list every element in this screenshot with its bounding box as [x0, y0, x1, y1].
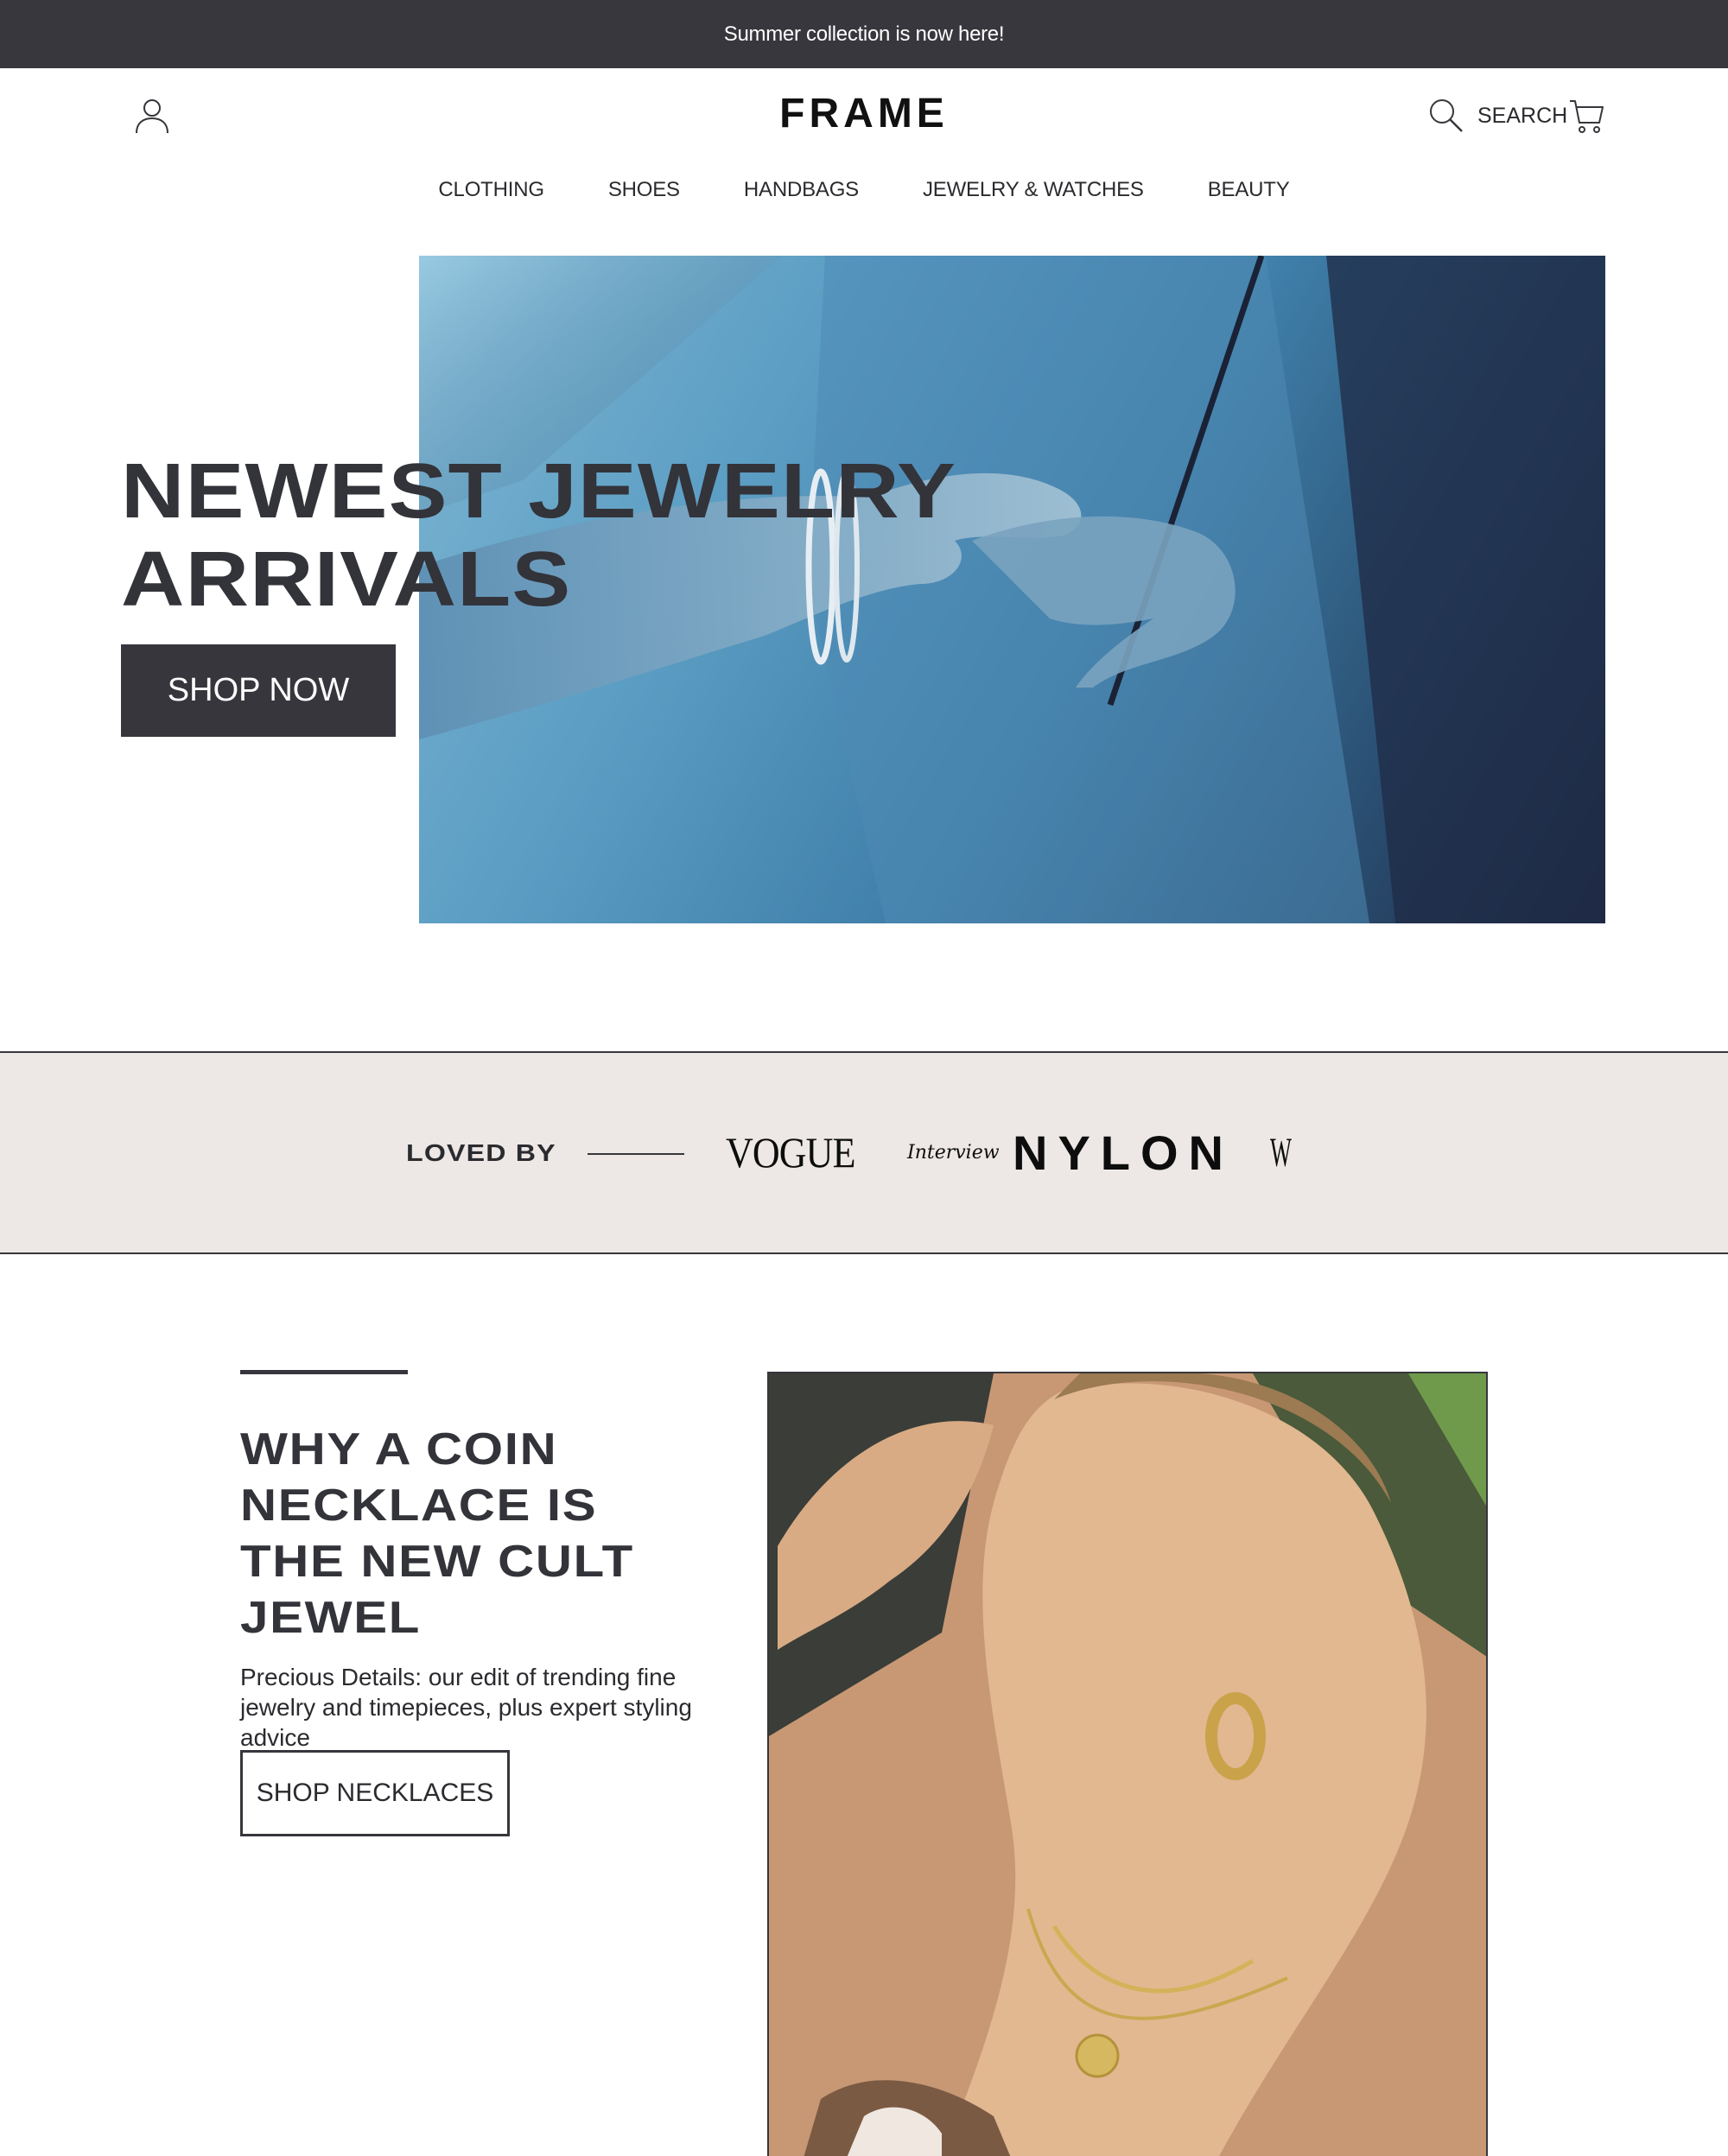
- announcement-text: Summer collection is now here!: [723, 22, 1005, 46]
- nav-item-clothing[interactable]: CLOTHING: [438, 178, 544, 202]
- nav-item-shoes[interactable]: SHOES: [608, 178, 680, 202]
- loved-by-band: LOVED BY VOGUE Interview NYLON W: [0, 1051, 1728, 1254]
- interview-logo: Interview: [907, 1141, 1000, 1164]
- hero-title: NEWEST JEWELRY ARRIVALS: [121, 447, 956, 624]
- nav-item-jewelry-watches[interactable]: JEWELRY & WATCHES: [923, 178, 1144, 202]
- feature-title: WHY A COIN NECKLACE IS THE NEW CULT JEWE…: [240, 1424, 634, 1643]
- main-nav: CLOTHING SHOES HANDBAGS JEWELRY & WATCHE…: [0, 178, 1728, 202]
- search-icon: [1430, 99, 1463, 132]
- vogue-logo: VOGUE: [726, 1128, 855, 1176]
- feature-photo-illustration: [769, 1373, 1486, 2156]
- hero-title-line-1: NEWEST JEWELRY: [121, 448, 956, 535]
- nav-item-beauty[interactable]: BEAUTY: [1208, 178, 1290, 202]
- nylon-logo: NYLON: [1013, 1125, 1234, 1180]
- shop-necklaces-button[interactable]: SHOP NECKLACES: [240, 1750, 510, 1836]
- search-label: SEARCH: [1477, 103, 1568, 128]
- search-button[interactable]: SEARCH: [1427, 95, 1567, 136]
- shop-now-label: SHOP NOW: [167, 672, 350, 708]
- shop-now-button[interactable]: SHOP NOW: [121, 644, 396, 737]
- feature-description: Precious Details: our edit of trending f…: [240, 1664, 692, 1751]
- hero-title-line-2: ARRIVALS: [121, 536, 572, 623]
- loved-by-label: LOVED BY: [406, 1139, 556, 1166]
- cart-icon: [1570, 100, 1604, 133]
- loved-by-divider: [588, 1153, 684, 1155]
- w-magazine-logo: W: [1270, 1129, 1292, 1176]
- feature-accent-rule: [240, 1370, 408, 1374]
- shop-necklaces-label: SHOP NECKLACES: [256, 1779, 494, 1807]
- cart-button[interactable]: [1567, 97, 1605, 135]
- announcement-bar: Summer collection is now here!: [0, 0, 1728, 68]
- nav-item-handbags[interactable]: HANDBAGS: [744, 178, 859, 202]
- feature-image: [767, 1372, 1488, 2156]
